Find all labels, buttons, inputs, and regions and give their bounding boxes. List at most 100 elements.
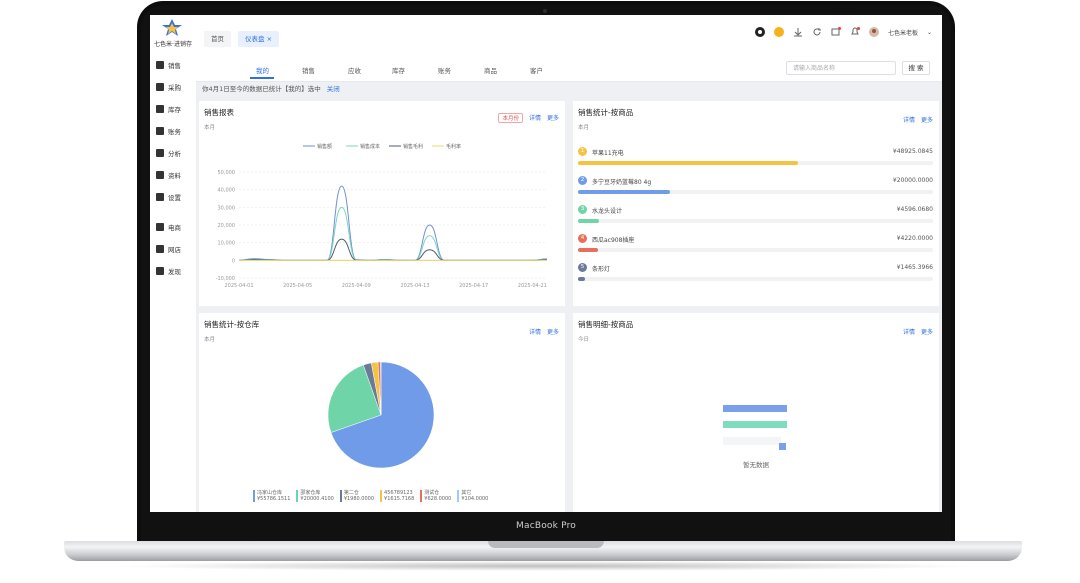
legend-value: ¥1615.7168 xyxy=(384,496,415,502)
legend-label: 销售成本 xyxy=(360,143,380,150)
sidebar-item-0[interactable]: 销售 xyxy=(156,57,196,73)
sidebar-item-2[interactable]: 库存 xyxy=(156,101,196,117)
legend-item[interactable]: 销售毛利 xyxy=(389,143,423,150)
sidebar-item-1[interactable]: 采购 xyxy=(156,79,196,95)
legend-item: 测试仓 ¥628.0000 xyxy=(420,490,451,502)
progress-fill xyxy=(578,277,586,281)
x-tick-label: 2025-04-21 xyxy=(518,283,547,289)
sidebar-item-label: 设置 xyxy=(168,194,181,202)
screen: 七色米·进销存 销售 采购 库存 账务 分析 资料 设置 电商 网店 发现 首页 仪表盘 × 七色… xyxy=(150,15,942,512)
sidebar-item-label: 资料 xyxy=(168,172,181,180)
empty-state-icon xyxy=(723,405,787,450)
detail-link[interactable]: 详情 xyxy=(903,329,915,336)
sidebar-item-label: 电商 xyxy=(168,224,181,232)
subnav-tab-1[interactable]: 销售 xyxy=(302,65,315,75)
product-detail-card: 销售明细-按商品 今日 详情 更多 暂无数据 xyxy=(573,313,939,512)
sidebar-item-6[interactable]: 设置 xyxy=(156,189,196,205)
legend-item[interactable]: 毛利率 xyxy=(432,143,461,150)
laptop-shadow xyxy=(110,561,980,571)
download-icon[interactable] xyxy=(793,27,803,37)
camera-icon xyxy=(543,9,547,13)
laptop-notch xyxy=(488,541,604,548)
card-period: 本月 xyxy=(204,337,216,343)
detail-link[interactable]: 详情 xyxy=(529,115,541,122)
detail-link[interactable]: 详情 xyxy=(529,329,541,336)
legend-label: 销售额 xyxy=(317,143,332,150)
y-tick-label: 30,000 xyxy=(218,205,236,211)
vip-icon[interactable] xyxy=(773,27,784,37)
sidebar-item-8[interactable]: 网店 xyxy=(156,241,196,257)
logo-icon xyxy=(162,19,182,36)
shop-icon xyxy=(156,245,164,253)
device-label: MacBook Pro xyxy=(516,521,576,531)
progress-track xyxy=(578,219,933,223)
product-amount: ¥48925.0845 xyxy=(892,148,933,155)
ecommerce-icon xyxy=(156,223,164,231)
more-link[interactable]: 更多 xyxy=(921,329,933,336)
sidebar-item-7[interactable]: 电商 xyxy=(156,219,196,235)
card-period: 本月 xyxy=(204,125,216,131)
data-icon xyxy=(156,171,164,179)
message-icon[interactable] xyxy=(831,27,841,37)
legend-label: 销售毛利 xyxy=(403,143,423,150)
sidebar-item-label: 分析 xyxy=(168,150,181,158)
legend-item[interactable]: 销售额 xyxy=(303,143,332,150)
ranking-row[interactable]: 4 西瓜ac908插座 ¥4220.0000 xyxy=(578,234,933,262)
ranking-row[interactable]: 2 多宁豆牙奶蓝莓80 4g ¥20000.0000 xyxy=(578,176,933,204)
ranking-row[interactable]: 3 水龙头设计 ¥4596.0680 xyxy=(578,205,933,233)
ranking-row[interactable]: 1 苹果11充电 ¥48925.0845 xyxy=(578,147,933,175)
x-tick-label: 2025-04-17 xyxy=(459,283,488,289)
sidebar-item-5[interactable]: 资料 xyxy=(156,167,196,183)
sidebar-item-9[interactable]: 发现 xyxy=(156,263,196,279)
subnav-tab-6[interactable]: 客户 xyxy=(530,65,543,75)
rank-badge: 5 xyxy=(578,263,587,272)
subnav-tab-3[interactable]: 库存 xyxy=(392,65,405,75)
subnav-tab-4[interactable]: 账务 xyxy=(438,65,451,75)
chevron-down-icon[interactable]: ⌄ xyxy=(927,29,932,36)
legend-value: ¥1980.0000 xyxy=(343,496,375,502)
legend-item: 冯家山仓库 ¥55786.1511 xyxy=(253,490,290,502)
tab-dashboard[interactable]: 仪表盘 × xyxy=(238,31,280,47)
sidebar-item-3[interactable]: 账务 xyxy=(156,123,196,139)
avatar[interactable] xyxy=(868,27,879,37)
card-title: 销售明细-按商品 xyxy=(578,320,634,329)
ledger-icon xyxy=(156,127,164,135)
series-line-0 xyxy=(238,185,548,261)
legend-item[interactable]: 销售成本 xyxy=(346,143,380,150)
bell-icon[interactable] xyxy=(850,27,860,37)
progress-track xyxy=(578,190,933,194)
product-name: 苹果11充电 xyxy=(592,150,624,157)
sales-line-chart: 销售额 销售成本 销售毛利 毛利率 50,000 40,000 30,000 20,000 10… xyxy=(216,143,548,289)
more-link[interactable]: 更多 xyxy=(921,117,933,124)
search-input[interactable]: 请输入商品名称 xyxy=(786,61,896,75)
tab-home[interactable]: 首页 xyxy=(204,31,231,47)
legend-value: ¥20000.4100 xyxy=(300,496,334,502)
refresh-icon[interactable] xyxy=(812,27,822,37)
y-tick-label: -10,000 xyxy=(216,276,235,282)
progress-track xyxy=(578,277,933,281)
y-tick-label: 50,000 xyxy=(218,170,236,176)
subnav-tab-5[interactable]: 商品 xyxy=(484,65,497,75)
user-name[interactable]: 七色米老板 xyxy=(888,28,918,37)
sidebar-item-label: 采购 xyxy=(168,84,181,92)
more-link[interactable]: 更多 xyxy=(547,329,559,336)
subnav-tab-2[interactable]: 应收 xyxy=(348,65,361,75)
product-amount: ¥20000.0000 xyxy=(892,177,933,184)
more-link[interactable]: 更多 xyxy=(547,115,559,122)
rank-badge: 3 xyxy=(578,205,587,214)
x-tick-label: 2025-04-01 xyxy=(224,283,253,289)
notice-close-link[interactable]: 关闭 xyxy=(327,85,340,93)
active-tab-indicator xyxy=(250,77,274,79)
rank-badge: 1 xyxy=(578,147,587,156)
legend-label: 毛利率 xyxy=(446,143,461,150)
github-icon[interactable] xyxy=(754,27,765,37)
notice-text: 你4月1日至今的数据已统计【我的】选中 xyxy=(202,85,321,93)
subnav-tab-0[interactable]: 我的 xyxy=(256,65,269,75)
sidebar-item-4[interactable]: 分析 xyxy=(156,145,196,161)
detail-link[interactable]: 详情 xyxy=(903,117,915,124)
legend-item: 第二仓 ¥1980.0000 xyxy=(339,490,375,502)
product-amount: ¥4596.0680 xyxy=(896,206,933,213)
ranking-row[interactable]: 5 条形灯 ¥1465.3966 xyxy=(578,263,933,291)
search-button[interactable]: 搜 索 xyxy=(902,61,930,75)
period-toggle[interactable]: 本月份 xyxy=(498,113,523,123)
